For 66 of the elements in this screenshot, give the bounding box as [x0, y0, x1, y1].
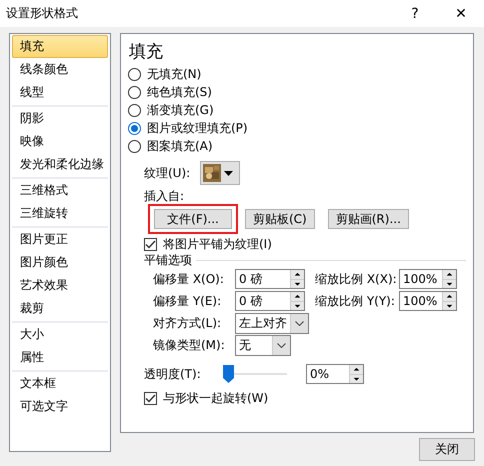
field-label: 偏移量 X(O): — [153, 270, 225, 288]
radio-button[interactable] — [128, 122, 141, 134]
radio-button[interactable] — [128, 140, 141, 152]
checkbox-option[interactable]: 将图片平铺为纹理(I) — [144, 235, 272, 254]
texture-dropdown[interactable] — [200, 161, 240, 185]
radio-option[interactable]: 图片或纹理填充(P) — [128, 119, 248, 137]
chevron-down-icon — [277, 342, 286, 348]
slider-thumb[interactable] — [223, 365, 234, 383]
caret-icon — [224, 170, 234, 176]
field-label: 镜像类型(M): — [153, 336, 226, 354]
sidebar-item[interactable]: 发光和柔化边缘 — [12, 153, 108, 176]
insert-button[interactable]: 剪贴画(R)... — [328, 209, 409, 229]
radio-button[interactable] — [128, 86, 141, 98]
checkbox[interactable] — [144, 392, 157, 405]
close-button[interactable]: 关闭 — [419, 438, 475, 461]
spin-arrows-icon[interactable] — [290, 292, 304, 310]
radio-option[interactable]: 图案填充(A) — [128, 137, 213, 155]
spin-field[interactable]: 0 磅 — [235, 291, 305, 311]
field-label: 缩放比例 X(X): — [315, 270, 398, 288]
sidebar-item[interactable]: 线条颜色 — [12, 58, 108, 81]
sidebar-item[interactable]: 大小 — [12, 323, 108, 346]
sidebar-item[interactable]: 三维格式 — [12, 179, 108, 202]
section-label: 平铺选项 — [144, 252, 192, 268]
checkbox-option[interactable]: 与形状一起旋转(W) — [144, 389, 268, 408]
sidebar-item[interactable]: 文本框 — [12, 372, 108, 395]
sidebar-item[interactable]: 填充 — [12, 35, 108, 58]
spin-arrows-icon[interactable] — [349, 365, 363, 383]
sidebar-item[interactable]: 图片颜色 — [12, 251, 108, 274]
radio-option[interactable]: 纯色填充(S) — [128, 83, 212, 101]
insert-button[interactable]: 剪贴板(C) — [245, 209, 315, 229]
field-label: 透明度(T): — [144, 366, 202, 382]
field-label: 对齐方式(L): — [153, 314, 222, 332]
sidebar-item[interactable]: 图片更正 — [12, 228, 108, 251]
sidebar-item[interactable]: 属性 — [12, 346, 108, 369]
sidebar-item[interactable]: 可选文字 — [12, 395, 108, 418]
field-label: 偏移量 Y(E): — [153, 292, 222, 310]
chevron-down-icon — [295, 320, 304, 326]
spin-field[interactable]: 0 磅 — [235, 269, 305, 289]
insert-button[interactable]: 文件(F)... — [154, 209, 232, 229]
section-heading: 填充 — [129, 41, 164, 64]
help-button[interactable]: ? — [392, 0, 438, 27]
section-label: 插入自: — [144, 189, 186, 203]
dropdown-field[interactable]: 左上对齐 — [235, 312, 309, 334]
radio-button[interactable] — [128, 68, 141, 80]
radio-button[interactable] — [128, 104, 141, 116]
spin-field[interactable]: 100% — [399, 269, 457, 289]
checkbox[interactable] — [144, 238, 157, 251]
sidebar-item[interactable]: 裁剪 — [12, 297, 108, 320]
spin-field[interactable]: 0% — [306, 364, 364, 384]
transparency-slider[interactable] — [223, 364, 287, 384]
sidebar-item[interactable]: 映像 — [12, 130, 108, 153]
field-label: 纹理(U): — [144, 164, 190, 182]
spin-arrows-icon[interactable] — [290, 270, 304, 288]
window-title: 设置形状格式 — [6, 5, 79, 22]
sidebar-item[interactable]: 阴影 — [12, 107, 108, 130]
sidebar-item[interactable]: 线型 — [12, 81, 108, 104]
radio-option[interactable]: 无填充(N) — [128, 65, 202, 83]
close-button[interactable]: ✕ — [438, 0, 484, 27]
sidebar-item[interactable]: 艺术效果 — [12, 274, 108, 297]
sidebar-item[interactable]: 三维旋转 — [12, 202, 108, 225]
spin-arrows-icon[interactable] — [442, 270, 456, 288]
field-label: 缩放比例 Y(Y): — [315, 292, 396, 310]
spin-arrows-icon[interactable] — [442, 292, 456, 310]
spin-field[interactable]: 100% — [399, 291, 457, 311]
dropdown-field[interactable]: 无 — [235, 334, 291, 356]
radio-option[interactable]: 渐变填充(G) — [128, 101, 214, 119]
